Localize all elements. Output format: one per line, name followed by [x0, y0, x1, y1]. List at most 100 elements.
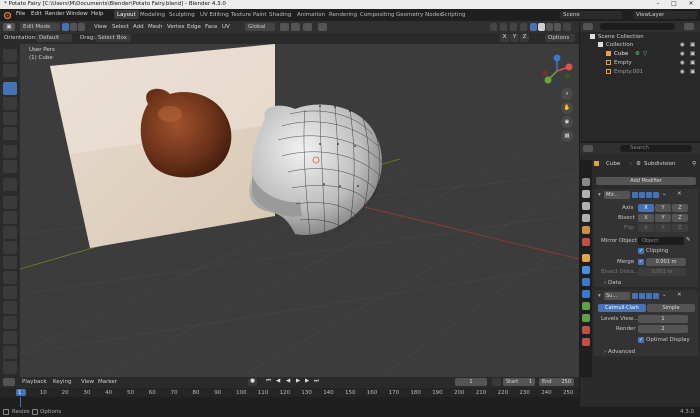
visibility-icon[interactable]: ◉	[680, 60, 685, 66]
world-tab-icon[interactable]	[582, 238, 590, 246]
gizmo-toggle-icon[interactable]	[500, 23, 507, 31]
flip-y-toggle[interactable]: Y	[655, 224, 671, 232]
cage-toggle[interactable]	[639, 293, 645, 299]
visibility-icon[interactable]: ◉	[680, 42, 685, 48]
mode-selector[interactable]: Edit Mode	[20, 23, 60, 31]
modifier-dropdown-icon[interactable]: ⌄	[662, 292, 667, 298]
camera-view-icon[interactable]: ◉	[561, 116, 573, 128]
outliner-row-empty[interactable]: Empty ◉ ▣	[580, 60, 700, 68]
tab-texture-paint[interactable]: Texture Paint	[228, 11, 270, 20]
menu-keying[interactable]: Keying	[53, 379, 71, 385]
cursor-tool-icon[interactable]	[3, 64, 17, 77]
tab-modeling[interactable]: Modeling	[137, 11, 168, 20]
data-subpanel-toggle[interactable]: › Data	[604, 280, 621, 286]
modifier-tab-icon[interactable]	[582, 266, 590, 274]
orientation-selector[interactable]: Default	[36, 34, 72, 42]
blender-logo-icon[interactable]	[3, 11, 11, 19]
pivot-icon[interactable]	[280, 23, 289, 31]
merge-checkbox[interactable]: ✓	[638, 259, 644, 265]
spin-tool-icon[interactable]	[3, 286, 17, 299]
axis-y-toggle[interactable]: Y	[655, 204, 671, 212]
shading-rendered-icon[interactable]	[554, 23, 561, 31]
menu-window[interactable]: Window	[66, 11, 88, 17]
filter-icon[interactable]	[684, 23, 694, 30]
menu-view[interactable]: View	[94, 24, 107, 30]
menu-mesh[interactable]: Mesh	[148, 24, 162, 30]
maximize-icon[interactable]: □	[666, 0, 682, 9]
properties-search-input[interactable]: Search	[620, 145, 692, 152]
perspective-toggle-icon[interactable]: ▦	[561, 130, 573, 142]
outliner-editor-icon[interactable]	[583, 23, 593, 30]
menu-select[interactable]: Select	[112, 24, 129, 30]
bisect-y-toggle[interactable]: Y	[655, 214, 671, 222]
navigation-gizmo[interactable]	[540, 54, 574, 88]
tab-layout[interactable]: Layout	[114, 10, 139, 19]
axis-z-toggle[interactable]: Z	[672, 204, 688, 212]
scene-selector[interactable]: Scene	[560, 11, 622, 19]
render-levels-field[interactable]: 2	[638, 325, 688, 333]
menu-help[interactable]: Help	[91, 11, 104, 17]
tab-sculpting[interactable]: Sculpting	[166, 11, 198, 20]
object-tab-icon[interactable]	[582, 254, 590, 262]
material-tab-icon[interactable]	[582, 326, 590, 334]
camera-render-icon[interactable]: ▣	[690, 69, 695, 75]
current-frame-field[interactable]: 1	[455, 378, 487, 386]
overlay-icon[interactable]	[318, 23, 327, 31]
menu-vertex[interactable]: Vertex	[167, 24, 185, 30]
menu-face[interactable]: Face	[205, 24, 217, 30]
move-tool-icon[interactable]	[3, 82, 17, 95]
jump-start-icon[interactable]: ⏮	[266, 378, 271, 385]
camera-render-icon[interactable]: ▣	[690, 60, 695, 66]
snap-icon[interactable]	[291, 23, 300, 31]
visibility-icon[interactable]: ◉	[680, 51, 685, 57]
scale-tool-icon[interactable]	[3, 112, 17, 125]
shading-wireframe-icon[interactable]	[530, 23, 537, 31]
viewport-overlays-icon[interactable]	[510, 23, 517, 31]
render-toggle[interactable]	[653, 293, 659, 299]
xray-toggle-icon[interactable]	[520, 23, 527, 31]
menu-uv[interactable]: UV	[222, 24, 230, 30]
modifier-remove-icon[interactable]: ✕	[677, 191, 682, 197]
record-icon[interactable]: ●	[248, 378, 257, 386]
pin-icon[interactable]: ⚲	[692, 161, 696, 167]
texture-tab-icon[interactable]	[582, 338, 590, 346]
scene-tab-icon[interactable]	[582, 226, 590, 234]
menu-file[interactable]: File	[16, 11, 25, 17]
merge-distance-field[interactable]: 0.001 m	[646, 258, 686, 266]
smooth-tool-icon[interactable]	[3, 301, 17, 314]
viewport-toggle[interactable]	[646, 293, 652, 299]
mirror-axis-z[interactable]: Z	[520, 34, 529, 42]
modifier-remove-icon[interactable]: ✕	[677, 292, 682, 298]
outliner-row-collection[interactable]: Collection ◉ ▣	[580, 42, 700, 50]
close-icon[interactable]: ✕	[683, 0, 699, 9]
tab-rendering[interactable]: Rendering	[326, 11, 360, 20]
tab-uv-editing[interactable]: UV Editing	[197, 11, 232, 20]
mirror-axis-x[interactable]: X	[500, 34, 509, 42]
axis-x-toggle[interactable]: X	[638, 204, 654, 212]
shading-material-icon[interactable]	[546, 23, 553, 31]
outliner-row-empty-001[interactable]: Empty.001 ◉ ▣	[580, 69, 700, 77]
extrude-tool-icon[interactable]	[3, 196, 17, 209]
bisect-z-toggle[interactable]: Z	[672, 214, 688, 222]
menu-render[interactable]: Render	[45, 11, 65, 17]
view-layer-tab-icon[interactable]	[582, 214, 590, 222]
play-icon[interactable]: ▶	[296, 378, 300, 384]
camera-render-icon[interactable]: ▣	[690, 42, 695, 48]
face-select-icon[interactable]	[78, 23, 85, 31]
transform-tool-icon[interactable]	[3, 127, 17, 140]
edit-mode-toggle[interactable]	[632, 293, 638, 299]
drag-selector[interactable]: Select Box	[95, 34, 131, 42]
tab-animation[interactable]: Animation	[294, 11, 328, 20]
bisect-distance-field[interactable]: 0.001 m	[638, 268, 686, 276]
view-layer-selector[interactable]: ViewLayer	[633, 11, 697, 19]
properties-editor-icon[interactable]	[583, 145, 593, 152]
menu-timeline-view[interactable]: View	[81, 379, 94, 385]
mirror-name-field[interactable]: Mir...	[604, 191, 630, 199]
prev-keyframe-icon[interactable]: ◀	[276, 378, 280, 384]
mirror-object-field[interactable]: Object	[638, 237, 684, 245]
panel-collapse-icon[interactable]: ▾	[598, 192, 601, 198]
zoom-icon[interactable]: ⌕	[561, 88, 573, 100]
end-frame-field[interactable]: End 250	[539, 378, 574, 386]
menu-add[interactable]: Add	[133, 24, 144, 30]
render-tab-icon[interactable]	[582, 190, 590, 198]
